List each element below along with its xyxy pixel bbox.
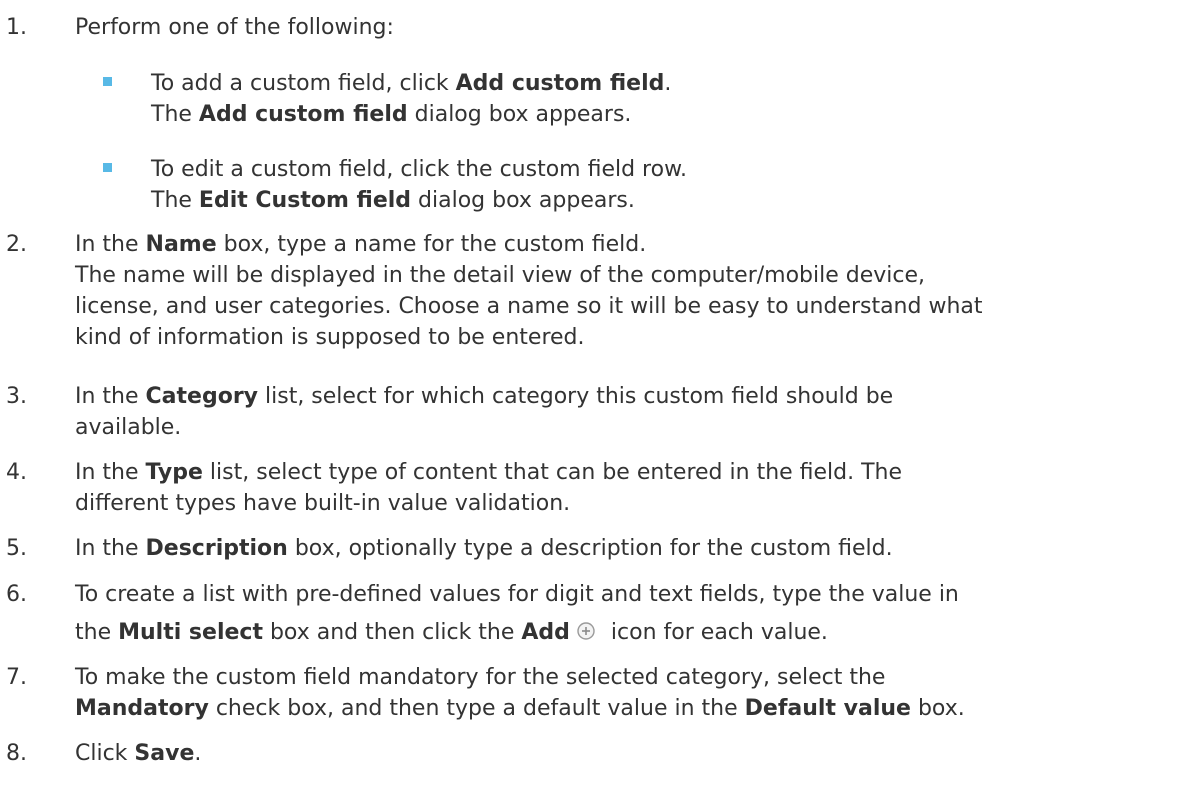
bullet-marker (103, 77, 112, 86)
ui-label: Name (145, 232, 217, 257)
text-run: box and then click the (262, 620, 522, 645)
step-number: 8. (6, 741, 27, 766)
ui-label: Add custom field (455, 71, 665, 96)
step-line: To make the custom field mandatory for t… (75, 665, 886, 690)
step-body: In the Type list, select type of content… (75, 457, 1175, 519)
text-run: list, select type of content that can be… (202, 460, 903, 485)
ui-label: Type (145, 460, 203, 485)
text-run: To add a custom field, click (151, 71, 456, 96)
ui-label: Category (145, 384, 259, 409)
text-run: dialog box appears. (411, 188, 635, 213)
step-body: In the Category list, select for which c… (75, 381, 1175, 443)
step-line: To create a list with pre-defined values… (75, 582, 959, 607)
step-number: 1. (6, 15, 27, 40)
step-line: In the Type list, select type of content… (75, 457, 1175, 488)
ui-label: Edit Custom field (198, 188, 412, 213)
text-run: Click (75, 741, 135, 766)
option-line: To add a custom field, click Add custom … (151, 68, 1151, 99)
step-line: In the Name box, type a name for the cus… (75, 229, 1175, 260)
step-body: Click Save. (75, 738, 1175, 769)
text-run: dialog box appears. (407, 102, 632, 127)
ui-label: Add custom field (198, 102, 408, 127)
text-run: list, select for which category this cus… (258, 384, 894, 409)
text-run: In the (75, 384, 146, 409)
step-line: available. (75, 415, 182, 440)
text-run: . (194, 741, 202, 766)
text-run: In the (75, 232, 146, 257)
step-body: In the Name box, type a name for the cus… (75, 229, 1175, 353)
step-line: The name will be displayed in the detail… (75, 263, 926, 288)
step-number: 4. (6, 460, 27, 485)
option-add-custom-field: To add a custom field, click Add custom … (151, 68, 1151, 130)
step-text: Perform one of the following: (75, 15, 394, 40)
step-body: To make the custom field mandatory for t… (75, 662, 1175, 724)
step-body: Perform one of the following: (75, 12, 1175, 43)
step-line: In the Category list, select for which c… (75, 381, 1175, 412)
step-number: 3. (6, 384, 27, 409)
step-line: kind of information is supposed to be en… (75, 325, 585, 350)
option-edit-custom-field: To edit a custom field, click the custom… (151, 154, 1151, 216)
text-run: In the (75, 460, 146, 485)
step-line: Mandatory check box, and then type a def… (75, 693, 1175, 724)
option-line: To edit a custom field, click the custom… (151, 157, 688, 182)
ui-label: Default value (744, 696, 911, 721)
text-run: In the (75, 536, 146, 561)
step-number: 7. (6, 665, 27, 690)
text-run: check box, and then type a default value… (208, 696, 745, 721)
text-run: the (75, 620, 119, 645)
text-run: . (664, 71, 672, 96)
step-body: In the Description box, optionally type … (75, 533, 1175, 564)
text-run: box, optionally type a description for t… (287, 536, 893, 561)
text-run: The (151, 188, 199, 213)
ui-label: Description (145, 536, 288, 561)
bullet-marker (103, 163, 112, 172)
step-line: different types have built-in value vali… (75, 491, 571, 516)
text-run: The (151, 102, 199, 127)
text-run: box, type a name for the custom field. (216, 232, 647, 257)
step-number: 5. (6, 536, 27, 561)
option-line: The Add custom field dialog box appears. (151, 99, 1151, 130)
step-number: 2. (6, 232, 27, 257)
ui-label: Save (134, 741, 195, 766)
text-run: box. (910, 696, 965, 721)
step-body: To create a list with pre-defined values… (75, 579, 1175, 650)
step-number: 6. (6, 582, 27, 607)
step-line: license, and user categories. Choose a n… (75, 294, 983, 319)
step-line: the Multi select box and then click the … (75, 617, 1175, 650)
option-line: The Edit Custom field dialog box appears… (151, 185, 1151, 216)
step-line: Click Save. (75, 738, 1175, 769)
ui-label: Multi select (118, 620, 263, 645)
text-run: icon for each value. (603, 620, 828, 645)
ui-label: Add (521, 620, 570, 645)
step-line: In the Description box, optionally type … (75, 533, 1175, 564)
ui-label: Mandatory (75, 696, 209, 721)
add-circle-icon (576, 619, 596, 650)
